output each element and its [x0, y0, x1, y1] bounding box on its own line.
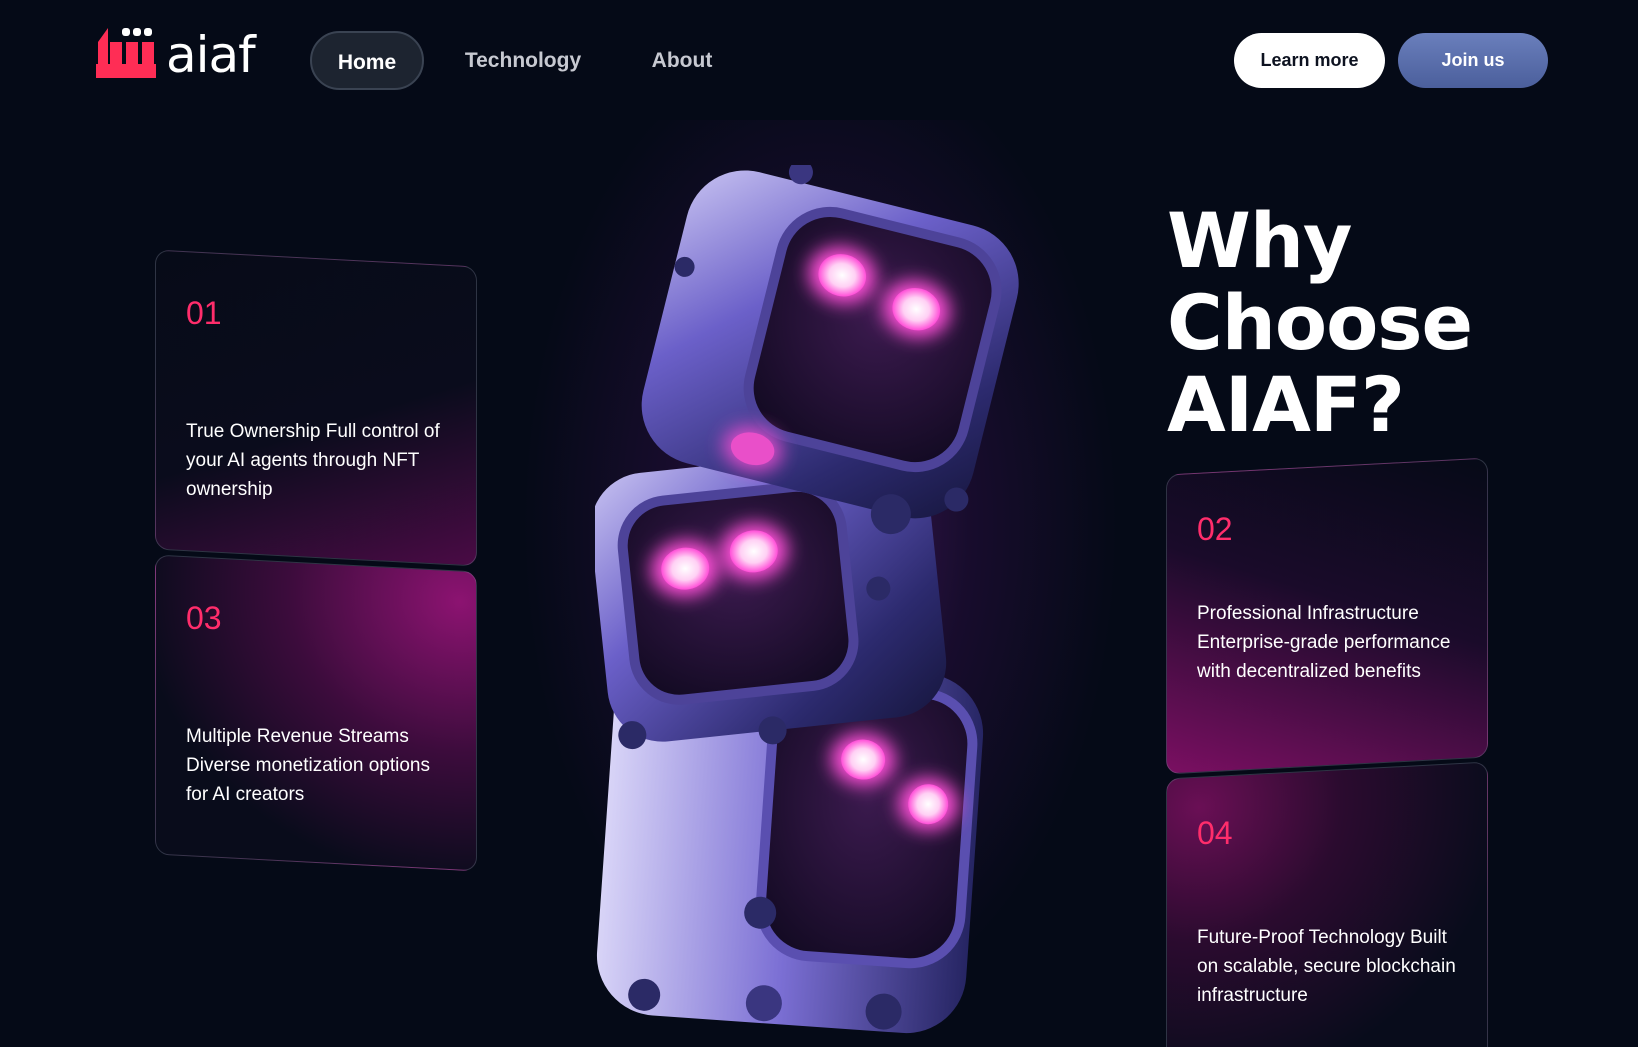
heading-line-1: Why — [1167, 196, 1352, 285]
feature-card-03: 03 Multiple Revenue Streams Diverse mone… — [155, 554, 477, 872]
feature-text: True Ownership Full control of your AI a… — [186, 421, 440, 500]
stacked-robots-illustration — [595, 165, 1019, 1034]
logo[interactable]: aiaf — [96, 24, 256, 84]
page-heading: Why Choose AIAF? — [1167, 200, 1487, 446]
feature-text: Professional Infrastructure Enterprise-g… — [1197, 603, 1451, 682]
feature-text: Future-Proof Technology Built on scalabl… — [1197, 927, 1456, 1006]
nav-home[interactable]: Home — [310, 31, 424, 90]
feature-card-04: 04 Future-Proof Technology Built on scal… — [1166, 761, 1488, 1047]
join-us-button[interactable]: Join us — [1398, 33, 1548, 88]
learn-more-button[interactable]: Learn more — [1234, 33, 1385, 88]
factory-logo-icon — [96, 28, 156, 78]
nav-about[interactable]: About — [634, 31, 730, 90]
logo-text: aiaf — [166, 26, 256, 84]
heading-line-3: AIAF? — [1167, 360, 1405, 449]
feature-number: 03 — [186, 600, 222, 636]
feature-number: 02 — [1197, 511, 1233, 547]
feature-text: Multiple Revenue Streams Diverse monetiz… — [186, 726, 430, 805]
nav-technology[interactable]: Technology — [458, 31, 588, 90]
top-navigation: aiaf Home Technology About Learn more Jo… — [0, 0, 1638, 120]
feature-number: 04 — [1197, 815, 1233, 851]
heading-line-2: Choose — [1167, 278, 1473, 367]
feature-card-02: 02 Professional Infrastructure Enterpris… — [1166, 457, 1488, 775]
feature-card-01: 01 True Ownership Full control of your A… — [155, 249, 477, 567]
feature-number: 01 — [186, 295, 222, 331]
